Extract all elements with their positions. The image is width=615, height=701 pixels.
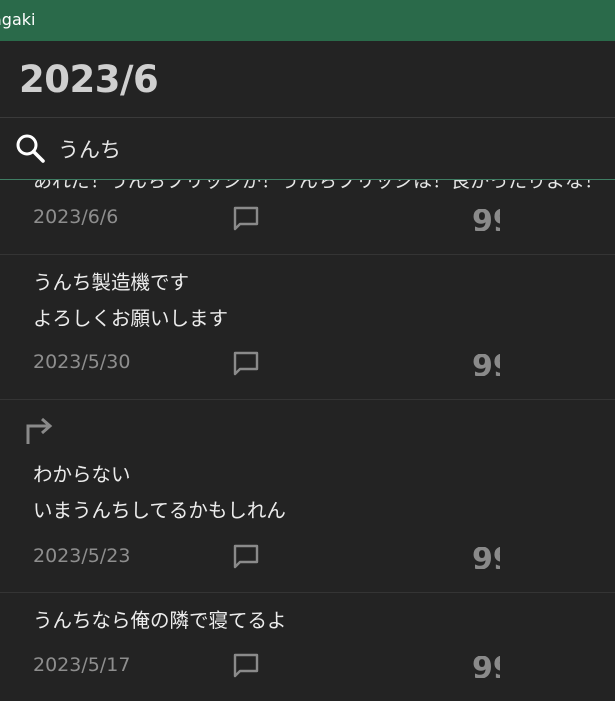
comment-icon[interactable] xyxy=(232,206,260,232)
quote-icon[interactable]: 99 xyxy=(472,547,500,569)
post-text-line: よろしくお願いします xyxy=(33,307,229,330)
quote-icon[interactable]: 99 xyxy=(472,354,500,376)
post-date: 2023/5/17 xyxy=(33,654,131,676)
quote-icon[interactable]: 99 xyxy=(472,209,500,231)
repost-arrow-icon xyxy=(26,417,53,444)
post-date: 2023/6/6 xyxy=(33,206,119,228)
post-text-line: わからない xyxy=(33,463,131,486)
post-text-line: うんちなら俺の隣で寝てるよ xyxy=(33,609,287,632)
search-input[interactable] xyxy=(58,134,598,164)
comment-icon[interactable] xyxy=(232,351,260,377)
svg-text:99: 99 xyxy=(472,656,500,678)
search-bar xyxy=(0,118,615,180)
comment-icon[interactable] xyxy=(232,653,260,679)
post-date: 2023/5/30 xyxy=(33,351,131,373)
comment-icon[interactable] xyxy=(232,544,260,570)
post-list[interactable]: あれだ！うんちブリッジか！うんちブリッジは！良かったりよな！ 2023/6/6 … xyxy=(0,0,615,701)
post-date: 2023/5/23 xyxy=(33,545,131,567)
svg-text:99: 99 xyxy=(472,547,500,569)
quote-icon[interactable]: 99 xyxy=(472,656,500,678)
post-divider xyxy=(0,399,615,400)
svg-text:99: 99 xyxy=(472,209,500,231)
post-divider xyxy=(0,592,615,593)
search-icon xyxy=(16,134,45,163)
post-divider xyxy=(0,254,615,255)
search-underline xyxy=(0,179,615,180)
post-text-line: うんち製造機です xyxy=(33,271,190,294)
post-text-line: いまうんちしてるかもしれん xyxy=(33,499,286,522)
svg-text:99: 99 xyxy=(472,354,500,376)
